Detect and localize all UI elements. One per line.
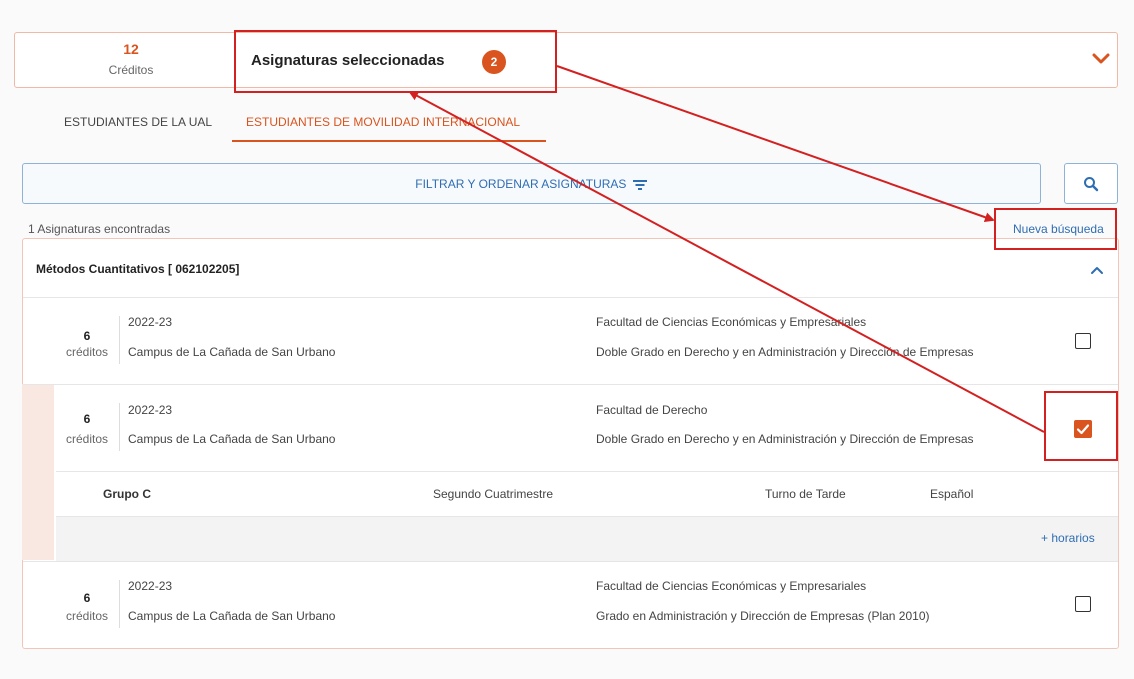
row-degree: Doble Grado en Derecho y en Administraci… bbox=[596, 432, 974, 446]
row-credits-value: 6 bbox=[83, 329, 91, 343]
results-count: 1 Asignaturas encontradas bbox=[28, 222, 171, 236]
annotation-box-new-search bbox=[994, 208, 1117, 250]
row-campus: Campus de La Cañada de San Urbano bbox=[128, 432, 336, 446]
credits-value: 12 bbox=[123, 41, 139, 57]
filter-sort-button[interactable]: FILTRAR Y ORDENAR ASIGNATURAS bbox=[22, 163, 1041, 204]
row-credits-value: 6 bbox=[83, 591, 91, 605]
row-year: 2022-23 bbox=[128, 315, 173, 329]
search-button[interactable] bbox=[1064, 163, 1118, 204]
row-year: 2022-23 bbox=[128, 403, 173, 417]
filter-icon bbox=[632, 179, 647, 190]
annotation-box-selected bbox=[234, 30, 557, 93]
separator bbox=[119, 316, 120, 364]
separator bbox=[119, 403, 120, 451]
row-faculty: Facultad de Ciencias Económicas y Empres… bbox=[596, 579, 867, 593]
annotation-box-checkbox bbox=[1044, 391, 1118, 461]
row-campus: Campus de La Cañada de San Urbano bbox=[128, 345, 336, 359]
row-credits-label: créditos bbox=[65, 609, 109, 623]
active-tab-indicator bbox=[232, 140, 546, 142]
row-degree: Grado en Administración y Dirección de E… bbox=[596, 609, 930, 623]
selected-subjects-header[interactable]: 12 Créditos Asignaturas seleccionadas 2 bbox=[14, 32, 1118, 88]
subject-title: Métodos Cuantitativos [ 062102205] bbox=[36, 262, 240, 276]
row-credits-value: 6 bbox=[83, 412, 91, 426]
group-language: Español bbox=[930, 487, 974, 501]
group-name: Grupo C bbox=[103, 487, 151, 501]
schedules-row bbox=[56, 517, 1118, 561]
separator bbox=[119, 580, 120, 628]
filter-sort-label: FILTRAR Y ORDENAR ASIGNATURAS bbox=[415, 177, 627, 191]
row-campus: Campus de La Cañada de San Urbano bbox=[128, 609, 336, 623]
row-year: 2022-23 bbox=[128, 579, 173, 593]
search-icon bbox=[1084, 177, 1099, 192]
row-credits-label: créditos bbox=[65, 345, 109, 359]
divider bbox=[23, 384, 1118, 385]
chevron-down-icon[interactable] bbox=[1089, 47, 1113, 71]
divider bbox=[23, 561, 1118, 562]
tab-ual-students[interactable]: ESTUDIANTES DE LA UAL bbox=[64, 115, 212, 129]
chevron-up-icon[interactable] bbox=[1089, 262, 1105, 278]
credits-label: Créditos bbox=[108, 63, 154, 77]
row-credits-label: créditos bbox=[65, 432, 109, 446]
row-checkbox[interactable] bbox=[1075, 596, 1091, 612]
row-faculty: Facultad de Derecho bbox=[596, 403, 708, 417]
row-faculty: Facultad de Ciencias Económicas y Empres… bbox=[596, 315, 867, 329]
schedules-link[interactable]: + horarios bbox=[1041, 531, 1095, 545]
row-checkbox[interactable] bbox=[1075, 333, 1091, 349]
group-semester: Segundo Cuatrimestre bbox=[433, 487, 554, 501]
tab-international-mobility[interactable]: ESTUDIANTES DE MOVILIDAD INTERNACIONAL bbox=[246, 115, 520, 129]
selected-row-accent bbox=[22, 384, 54, 560]
group-shift: Turno de Tarde bbox=[765, 487, 846, 501]
row-degree: Doble Grado en Derecho y en Administraci… bbox=[596, 345, 974, 359]
divider bbox=[23, 297, 1118, 298]
